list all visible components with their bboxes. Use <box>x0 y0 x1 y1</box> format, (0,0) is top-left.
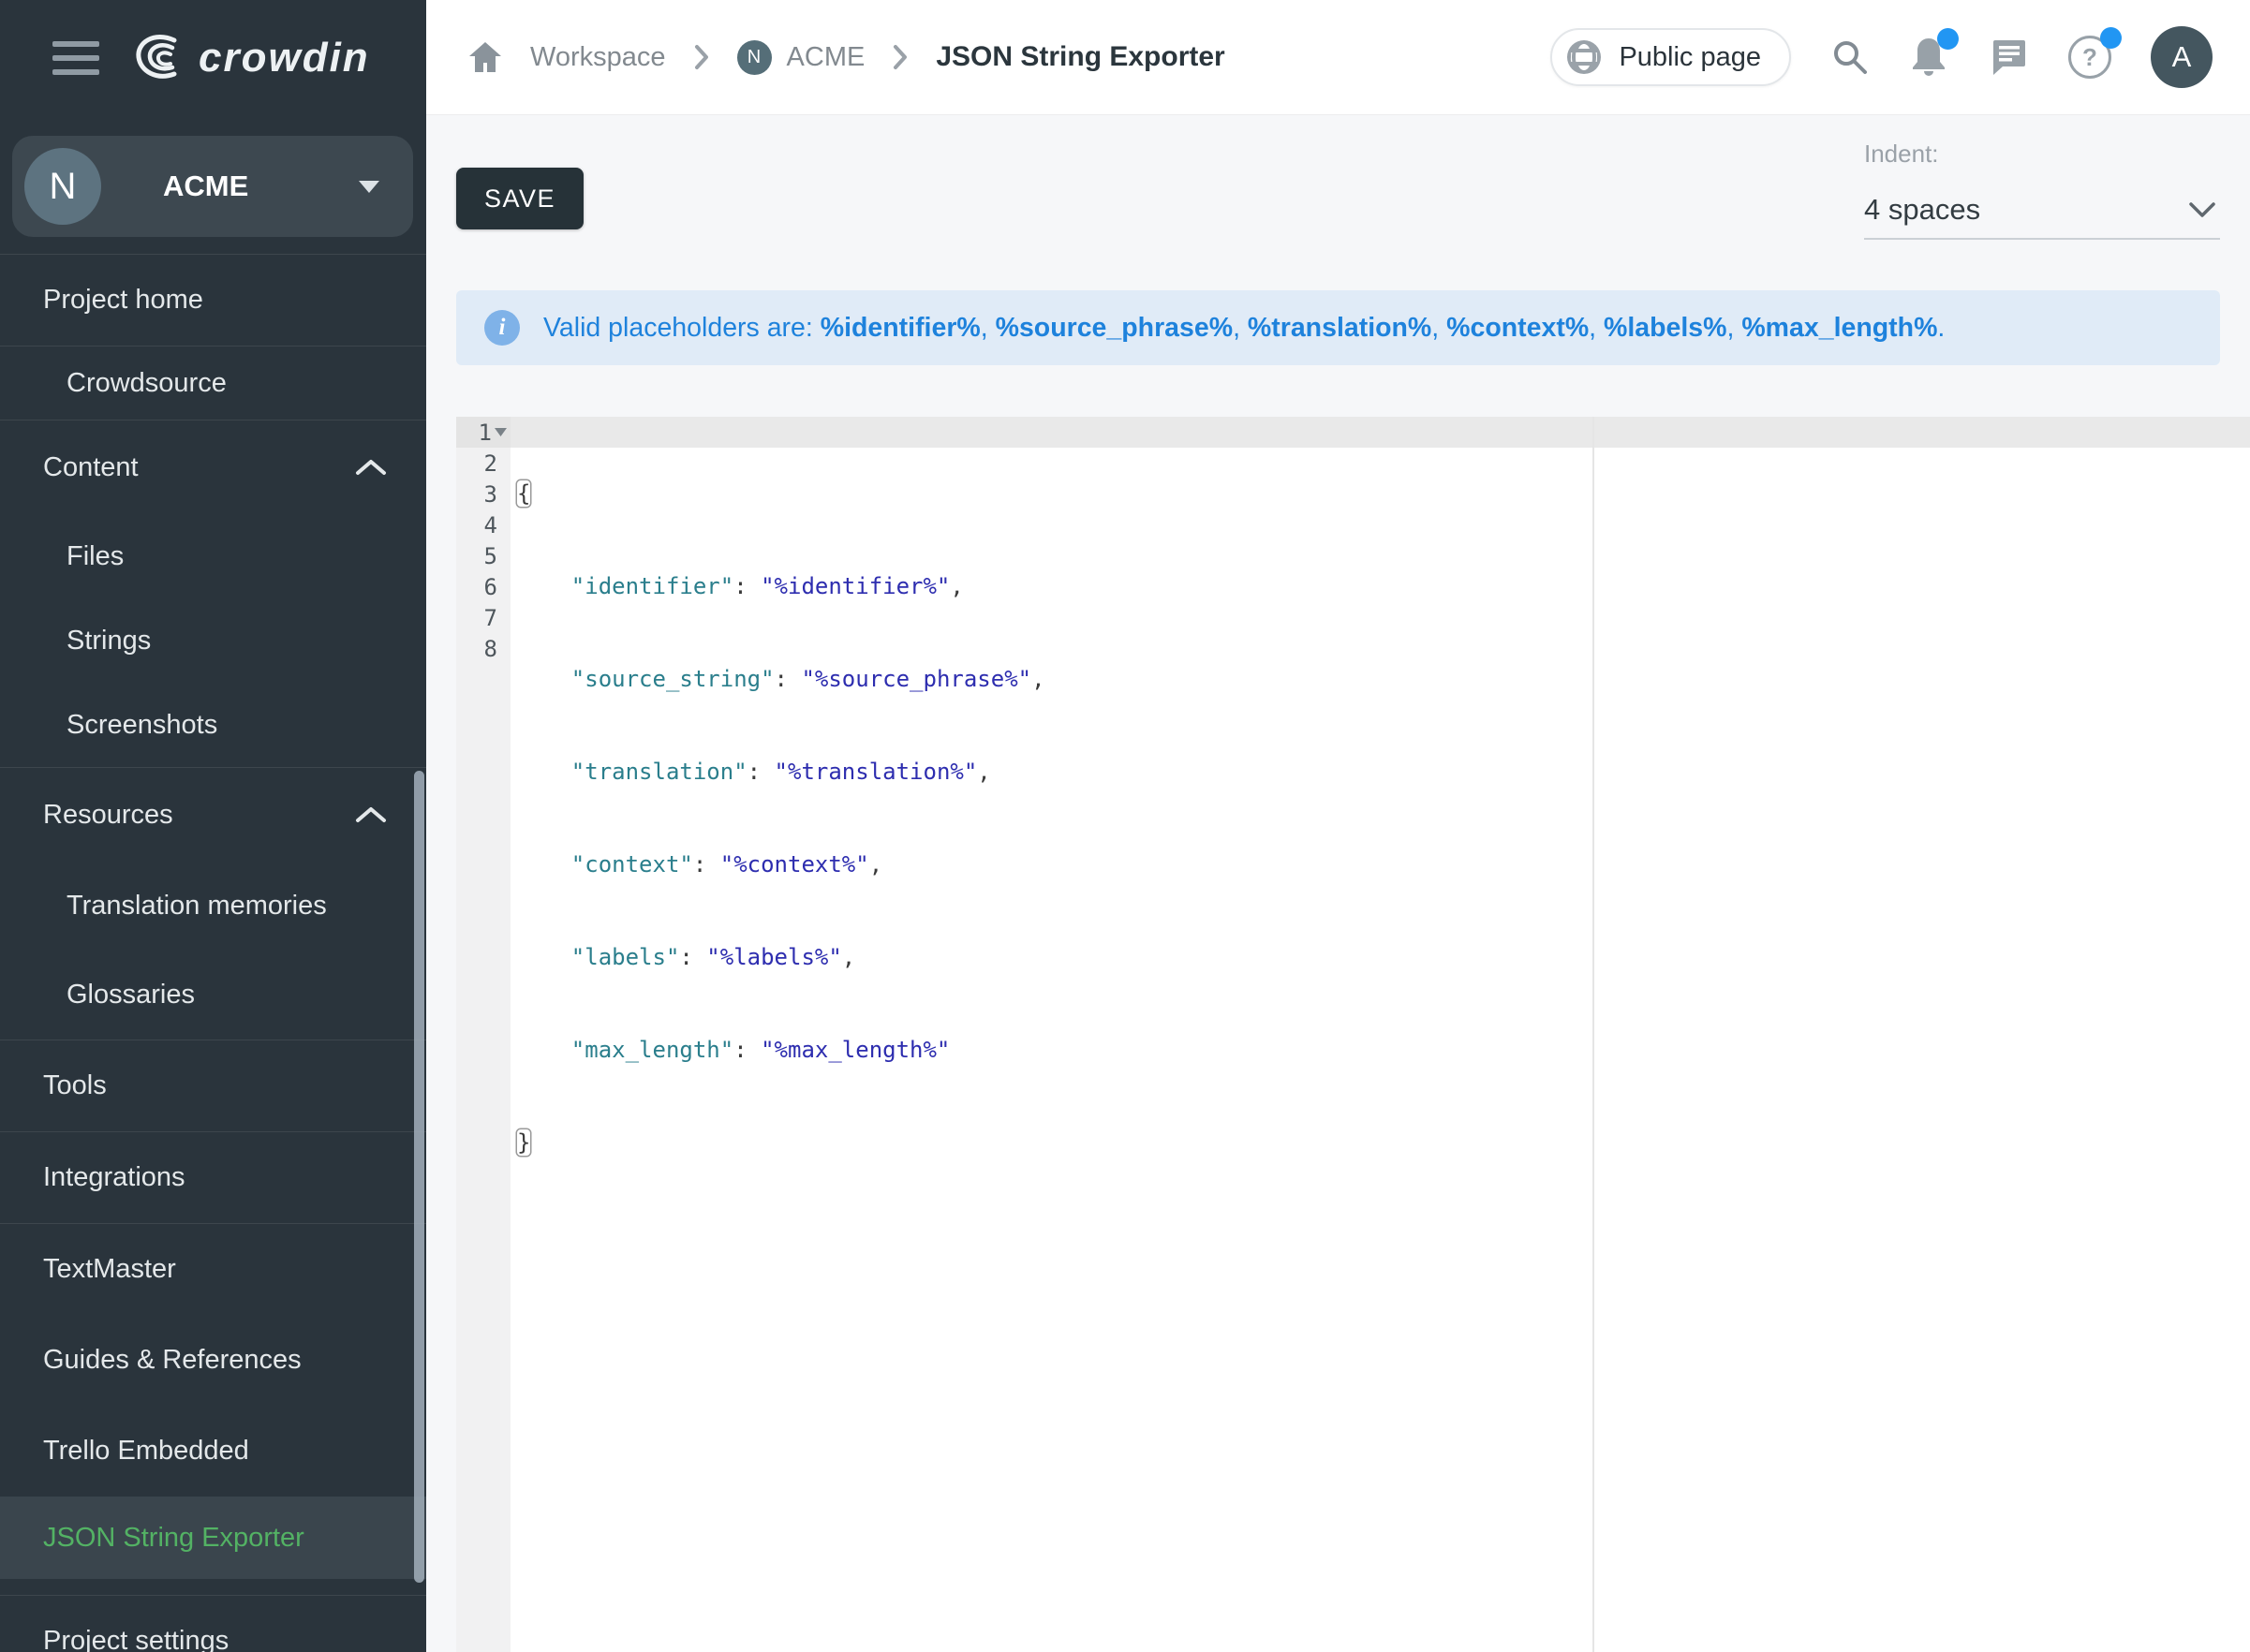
indent-control: Indent: 4 spaces <box>1864 140 2220 240</box>
sidebar-section-resources[interactable]: Resources <box>0 768 426 862</box>
code-line: "context": "%context%", <box>511 849 2250 880</box>
breadcrumb: Workspace N ACME JSON String Exporter <box>468 40 1225 75</box>
crowdin-app-window: crowdin N ACME Project home Crowdsource … <box>0 0 2250 1652</box>
hamburger-menu-icon[interactable] <box>52 41 99 75</box>
code-line: "translation": "%translation%", <box>511 757 2250 788</box>
line-number: 6 <box>456 571 511 602</box>
line-number: 3 <box>456 479 511 509</box>
logo-text: crowdin <box>199 35 370 81</box>
save-button[interactable]: SAVE <box>456 168 584 229</box>
sidebar-item-trello-embedded[interactable]: Trello Embedded <box>0 1406 426 1497</box>
chat-icon <box>1988 37 2029 78</box>
search-button[interactable] <box>1830 37 1870 77</box>
breadcrumb-page-title: JSON String Exporter <box>936 41 1224 73</box>
info-icon: i <box>484 310 520 346</box>
globe-icon <box>1564 37 1604 77</box>
user-avatar[interactable]: A <box>2151 26 2213 88</box>
main-content: SAVE Indent: 4 spaces i Valid placeholde… <box>426 115 2250 1652</box>
line-number: 4 <box>456 509 511 540</box>
org-selector[interactable]: N ACME <box>12 136 413 237</box>
line-number[interactable]: 1 <box>456 417 511 448</box>
org-name: ACME <box>163 170 248 203</box>
code-line: { <box>511 479 2250 509</box>
line-number: 8 <box>456 633 511 664</box>
sidebar: crowdin N ACME Project home Crowdsource … <box>0 0 426 1652</box>
sidebar-item-glossaries[interactable]: Glossaries <box>0 951 426 1040</box>
notifications-button[interactable] <box>1909 37 1948 78</box>
chevron-right-icon <box>694 44 709 70</box>
line-number: 2 <box>456 448 511 479</box>
sidebar-item-project-home[interactable]: Project home <box>0 255 426 346</box>
chevron-up-icon <box>355 458 387 477</box>
chevron-down-icon <box>2188 201 2216 218</box>
topbar: Workspace N ACME JSON String Exporter Pu… <box>426 0 2250 115</box>
code-line: } <box>511 1128 2250 1158</box>
indent-select[interactable]: 4 spaces <box>1864 182 2220 240</box>
crowdin-bird-icon <box>131 34 189 82</box>
sidebar-item-integrations[interactable]: Integrations <box>0 1132 426 1223</box>
messages-button[interactable] <box>1988 37 2029 78</box>
editor-gutter: 1 2 3 4 5 6 7 8 <box>456 417 511 1652</box>
fold-caret-icon[interactable] <box>495 428 507 436</box>
code-editor[interactable]: 1 2 3 4 5 6 7 8 { "identifier": "%identi… <box>456 417 2250 1652</box>
code-line: "labels": "%labels%", <box>511 942 2250 973</box>
sidebar-header: crowdin <box>0 0 426 115</box>
indent-label: Indent: <box>1864 140 2220 169</box>
chevron-up-icon <box>355 805 387 824</box>
org-avatar: N <box>24 148 101 225</box>
sidebar-item-translation-memories[interactable]: Translation memories <box>0 862 426 951</box>
help-button[interactable]: ? <box>2068 36 2111 79</box>
info-banner: i Valid placeholders are: %identifier%, … <box>456 290 2220 365</box>
sidebar-section-content[interactable]: Content <box>0 420 426 514</box>
notification-dot <box>1937 28 1959 50</box>
sidebar-item-screenshots[interactable]: Screenshots <box>0 683 426 767</box>
breadcrumb-workspace[interactable]: Workspace <box>530 42 666 73</box>
line-number: 5 <box>456 540 511 571</box>
sidebar-item-crowdsource[interactable]: Crowdsource <box>0 347 426 420</box>
code-line: "max_length": "%max_length%" <box>511 1035 2250 1066</box>
project-avatar: N <box>737 40 772 75</box>
sidebar-item-guides-references[interactable]: Guides & References <box>0 1315 426 1406</box>
help-notification-dot <box>2100 27 2122 49</box>
code-line: "source_string": "%source_phrase%", <box>511 664 2250 695</box>
line-number: 7 <box>456 602 511 633</box>
sidebar-nav: Project home Crowdsource Content Files S… <box>0 254 426 1652</box>
breadcrumb-project[interactable]: N ACME <box>737 40 866 75</box>
sidebar-item-strings[interactable]: Strings <box>0 598 426 683</box>
crowdin-logo[interactable]: crowdin <box>131 34 370 82</box>
code-line: "identifier": "%identifier%", <box>511 571 2250 602</box>
caret-down-icon <box>359 181 379 203</box>
info-banner-text: Valid placeholders are: %identifier%, %s… <box>543 313 1945 344</box>
sidebar-item-json-string-exporter[interactable]: JSON String Exporter <box>0 1497 426 1579</box>
sidebar-item-tools[interactable]: Tools <box>0 1040 426 1131</box>
editor-code[interactable]: { "identifier": "%identifier%", "source_… <box>511 417 2250 1652</box>
sidebar-item-files[interactable]: Files <box>0 514 426 598</box>
chevron-right-icon <box>893 44 908 70</box>
sidebar-item-project-settings[interactable]: Project settings <box>0 1596 426 1652</box>
public-page-button[interactable]: Public page <box>1550 28 1791 86</box>
search-icon <box>1830 37 1870 77</box>
public-page-label: Public page <box>1619 42 1761 73</box>
sidebar-item-textmaster[interactable]: TextMaster <box>0 1224 426 1315</box>
home-icon[interactable] <box>468 41 502 73</box>
sidebar-scrollbar[interactable] <box>414 771 424 1583</box>
indent-value: 4 spaces <box>1864 193 1980 227</box>
topbar-actions: Public page ? A <box>1550 26 2213 88</box>
